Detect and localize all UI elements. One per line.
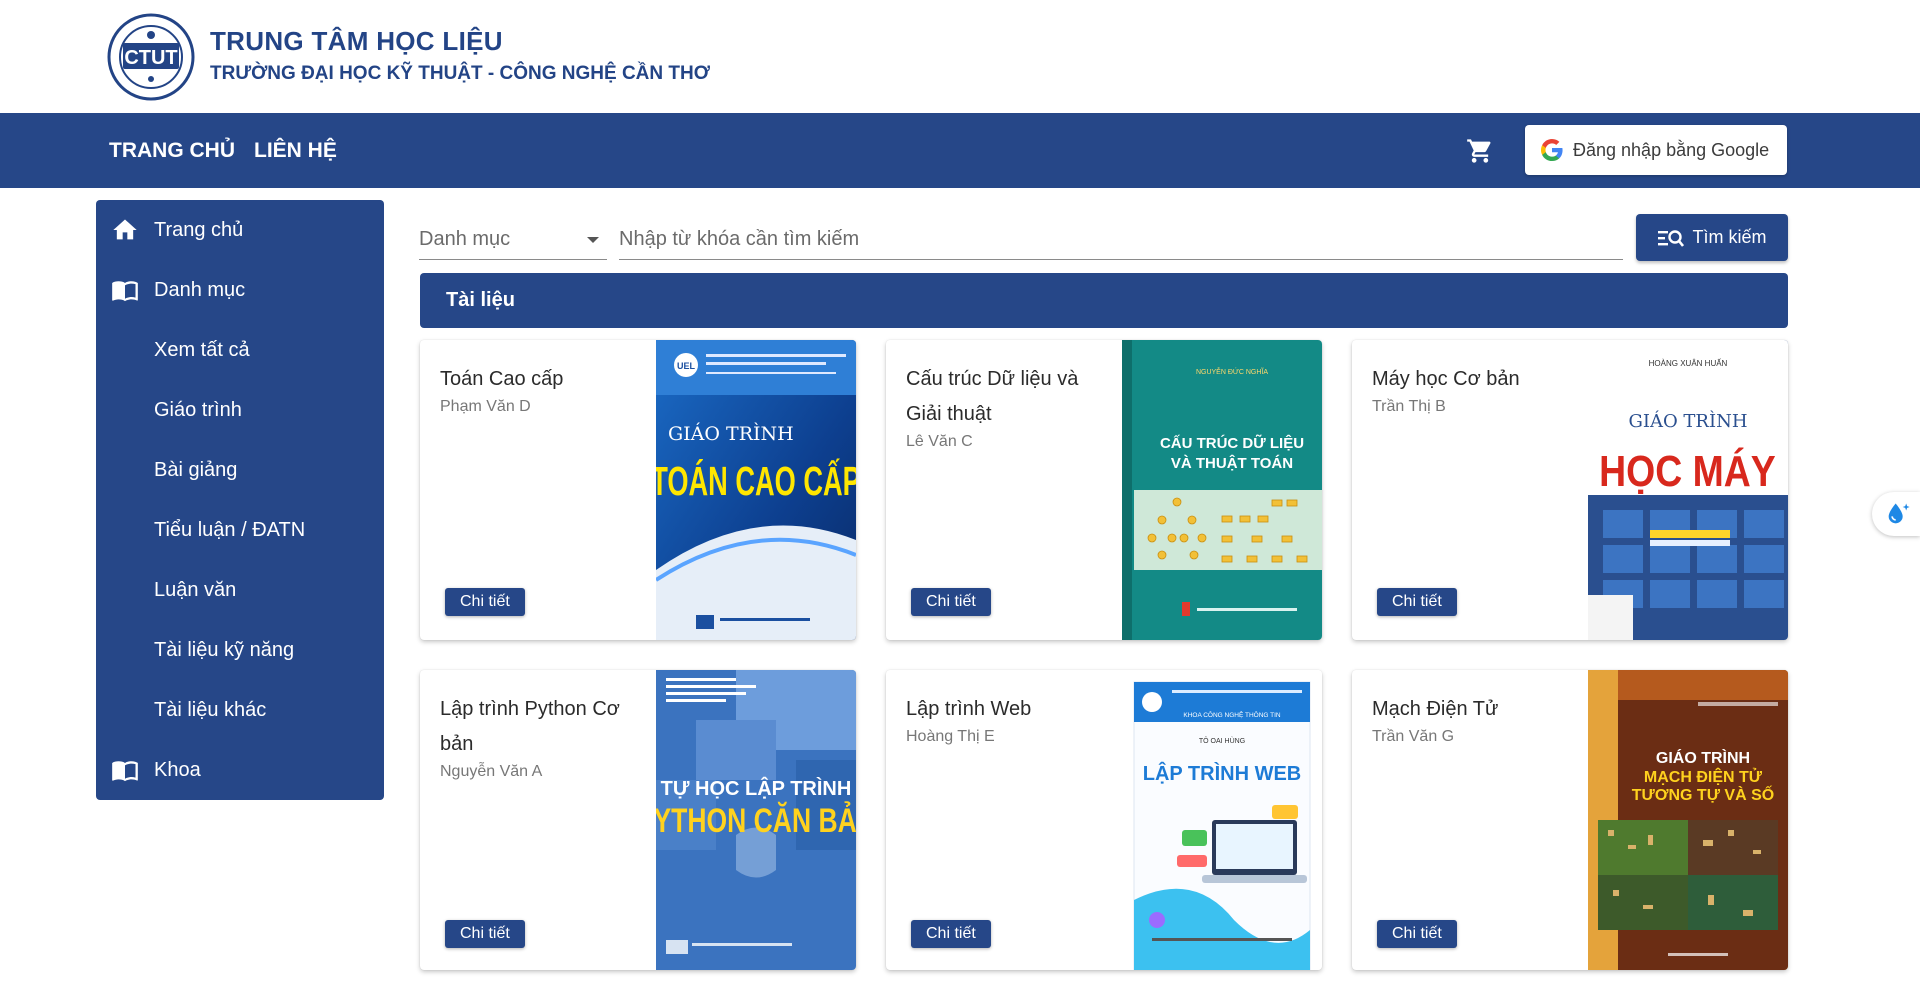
nav-contact-link[interactable]: LIÊN HỆ <box>254 139 337 163</box>
card-author: Phạm Văn D <box>440 398 531 415</box>
search-list-icon <box>1657 229 1684 247</box>
book-cover-image: NGUYỄN ĐỨC NGHĨA CẤU TRÚC DỮ LIỆU VÀ THU… <box>1122 340 1322 640</box>
section-title: Tài liệu <box>446 289 515 311</box>
svg-text:TƯƠNG TỰ VÀ SỐ: TƯƠNG TỰ VÀ SỐ <box>1632 784 1774 804</box>
detail-button[interactable]: Chi tiết <box>1377 920 1457 948</box>
water-drop-icon <box>1888 503 1910 524</box>
book-cover-image: TỰ HỌC LẬP TRÌNH PYTHON CĂN BẢN <box>656 670 856 970</box>
svg-text:NGUYỄN ĐỨC NGHĨA: NGUYỄN ĐỨC NGHĨA <box>1196 367 1268 376</box>
svg-text:TÔ OAI HÙNG: TÔ OAI HÙNG <box>1199 736 1245 745</box>
svg-text:VÀ THUẬT TOÁN: VÀ THUẬT TOÁN <box>1171 454 1293 472</box>
sidebar-item-faculty[interactable]: Khoa <box>96 745 384 795</box>
svg-text:HOÀNG XUÂN HUẤN: HOÀNG XUÂN HUẤN <box>1649 358 1728 368</box>
detail-button[interactable]: Chi tiết <box>911 920 991 948</box>
sidebar-item-other[interactable]: Tài liệu khác <box>96 685 384 735</box>
google-login-label: Đăng nhập bằng Google <box>1573 139 1770 160</box>
detail-button[interactable]: Chi tiết <box>445 588 525 616</box>
google-login-button[interactable]: Đăng nhập bằng Google <box>1525 125 1787 175</box>
document-card[interactable]: Máy học Cơ bản Trần Thị B Chi tiết HOÀNG… <box>1352 340 1788 640</box>
svg-text:MẠCH ĐIỆN TỬ: MẠCH ĐIỆN TỬ <box>1644 767 1763 786</box>
sidebar-item-label: Trang chủ <box>154 218 244 241</box>
sidebar-item-label: Xem tất cả <box>154 338 250 361</box>
sidebar-item-textbooks[interactable]: Giáo trình <box>96 385 384 435</box>
sidebar-item-label: Giáo trình <box>154 398 242 421</box>
svg-text:GIÁO TRÌNH: GIÁO TRÌNH <box>668 422 794 445</box>
ctut-logo[interactable]: CTUT <box>107 13 195 101</box>
card-author: Hoàng Thị E <box>906 728 995 745</box>
card-title[interactable]: Lập trình Web <box>906 692 1106 727</box>
card-title[interactable]: Toán Cao cấp <box>440 362 640 397</box>
section-header: Tài liệu <box>420 273 1788 328</box>
sidebar-item-label: Tài liệu khác <box>154 698 267 721</box>
svg-text:CTUT: CTUT <box>124 47 177 69</box>
chevron-down-icon <box>587 237 599 243</box>
card-title[interactable]: Lập trình Python Cơ bản <box>440 692 640 762</box>
card-author: Trần Văn G <box>1372 728 1455 745</box>
document-card[interactable]: Mạch Điện Tử Trần Văn G Chi tiết GIÁO TR… <box>1352 670 1788 970</box>
card-title[interactable]: Cấu trúc Dữ liệu và Giải thuật <box>906 362 1106 432</box>
site-subtitle: TRƯỜNG ĐẠI HỌC KỸ THUẬT - CÔNG NGHỆ CẦN … <box>210 63 710 84</box>
card-title[interactable]: Mạch Điện Tử <box>1372 692 1572 727</box>
site-title: TRUNG TÂM HỌC LIỆU <box>210 26 503 56</box>
home-icon <box>113 219 137 240</box>
book-cover-image: GIÁO TRÌNH MẠCH ĐIỆN TỬ TƯƠNG TỰ VÀ SỐ <box>1588 670 1788 970</box>
detail-button[interactable]: Chi tiết <box>445 920 525 948</box>
sidebar-item-label: Luận văn <box>154 578 237 601</box>
sidebar-item-home[interactable]: Trang chủ <box>96 205 384 255</box>
svg-text:UEL: UEL <box>677 361 696 371</box>
sidebar-item-skills[interactable]: Tài liệu kỹ năng <box>96 625 384 675</box>
svg-text:KHOA CÔNG NGHỆ THÔNG TIN: KHOA CÔNG NGHỆ THÔNG TIN <box>1183 710 1281 719</box>
floating-assistant-widget[interactable] <box>1872 492 1920 536</box>
detail-button[interactable]: Chi tiết <box>911 588 991 616</box>
card-author: Nguyễn Văn A <box>440 763 543 780</box>
document-card[interactable]: Lập trình Python Cơ bản Nguyễn Văn A Chi… <box>420 670 856 970</box>
book-cover-image: KHOA CÔNG NGHỆ THÔNG TIN TÔ OAI HÙNG LẬP… <box>1122 670 1322 970</box>
search-button-label: Tìm kiếm <box>1692 227 1767 247</box>
book-icon <box>112 761 138 782</box>
sidebar-item-lectures[interactable]: Bài giảng <box>96 445 384 495</box>
sidebar-item-essays[interactable]: Tiểu luận / ĐATN <box>96 505 384 555</box>
sidebar-item-label: Khoa <box>154 758 201 781</box>
document-card[interactable]: Toán Cao cấp Phạm Văn D Chi tiết UEL GIÁ… <box>420 340 856 640</box>
svg-text:GIÁO TRÌNH: GIÁO TRÌNH <box>1628 409 1747 432</box>
svg-text:LẬP TRÌNH WEB: LẬP TRÌNH WEB <box>1143 761 1302 785</box>
detail-button[interactable]: Chi tiết <box>1377 588 1457 616</box>
nav-home-link[interactable]: TRANG CHỦ <box>109 139 235 163</box>
card-title[interactable]: Máy học Cơ bản <box>1372 362 1572 397</box>
svg-text:TOÁN CAO CẤP: TOÁN CAO CẤP <box>656 457 856 504</box>
card-author: Lê Văn C <box>906 433 973 450</box>
svg-text:TỰ HỌC LẬP TRÌNH: TỰ HỌC LẬP TRÌNH <box>661 776 852 800</box>
category-select[interactable]: Danh mục <box>419 220 607 260</box>
sidebar-item-categories[interactable]: Danh mục <box>96 265 384 315</box>
sidebar-item-label: Tài liệu kỹ năng <box>154 638 295 661</box>
top-navbar: TRANG CHỦ LIÊN HỆ Đăng nhập bằng Google <box>0 113 1920 188</box>
svg-text:CẤU TRÚC DỮ LIỆU: CẤU TRÚC DỮ LIỆU <box>1160 434 1304 452</box>
sidebar-item-theses[interactable]: Luận văn <box>96 565 384 615</box>
search-button[interactable]: Tìm kiếm <box>1636 214 1788 261</box>
book-cover-image: HOÀNG XUÂN HUẤN GIÁO TRÌNH HỌC MÁY <box>1588 340 1788 640</box>
sidebar-item-label: Bài giảng <box>154 458 238 481</box>
svg-text:GIÁO TRÌNH: GIÁO TRÌNH <box>1656 748 1750 767</box>
category-select-label: Danh mục <box>419 228 511 250</box>
document-card[interactable]: Cấu trúc Dữ liệu và Giải thuật Lê Văn C … <box>886 340 1322 640</box>
search-input[interactable] <box>619 220 1623 260</box>
card-author: Trần Thị B <box>1372 398 1446 415</box>
cart-icon[interactable] <box>1466 137 1494 165</box>
book-cover-image: UEL GIÁO TRÌNH TOÁN CAO CẤP <box>656 340 856 640</box>
sidebar-item-label: Danh mục <box>154 278 246 301</box>
google-icon <box>1541 139 1563 161</box>
site-header: CTUT TRUNG TÂM HỌC LIỆU TRƯỜNG ĐẠI HỌC K… <box>0 0 1920 113</box>
sidebar: Trang chủ Danh mục Xem tất cả Giáo trình… <box>96 200 384 800</box>
sidebar-item-label: Tiểu luận / ĐATN <box>154 518 306 541</box>
svg-text:PYTHON CĂN BẢN: PYTHON CĂN BẢN <box>656 801 856 840</box>
book-icon <box>112 281 138 302</box>
sidebar-item-view-all[interactable]: Xem tất cả <box>96 325 384 375</box>
document-card[interactable]: Lập trình Web Hoàng Thị E Chi tiết KHOA … <box>886 670 1322 970</box>
svg-text:HỌC MÁY: HỌC MÁY <box>1599 446 1776 496</box>
